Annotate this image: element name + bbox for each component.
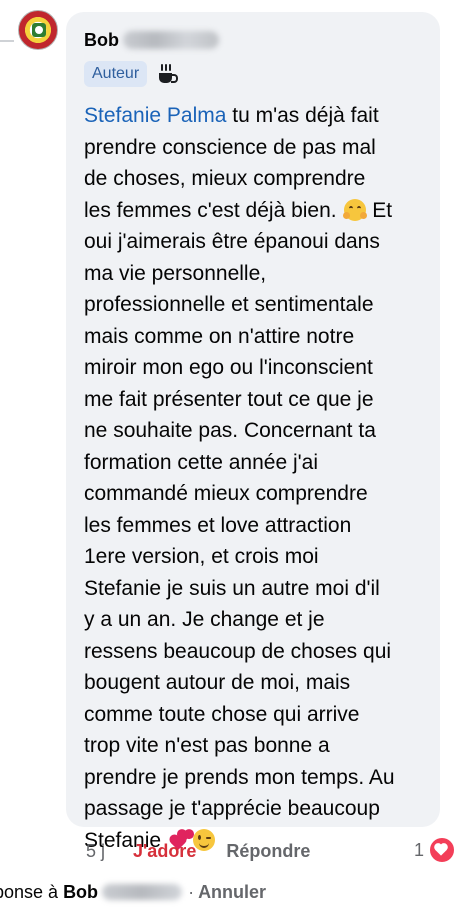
cancel-reply-button[interactable]: Annuler: [198, 882, 266, 903]
comment-timestamp[interactable]: 5 j: [86, 841, 105, 862]
like-button[interactable]: J'adore: [133, 841, 196, 862]
reaction-count: 1: [414, 839, 425, 860]
reply-separator: ·: [188, 881, 195, 902]
author-row: Bob: [84, 26, 424, 54]
reply-bar: ponse à Bob · Annuler: [0, 880, 474, 904]
love-reaction-icon: [428, 836, 457, 864]
reply-target-surname-redacted: [102, 884, 183, 900]
author-badge: Auteur: [84, 61, 148, 87]
mention-link[interactable]: Stefanie Palma: [84, 104, 226, 127]
reaction-summary[interactable]: 1: [414, 836, 457, 864]
comment-actions: 5 j J'adore Répondre: [86, 838, 310, 864]
coffee-icon: [157, 63, 179, 85]
reply-target-name: Bob: [63, 881, 99, 902]
comment-text-part2: Et oui j'aimerais être épanoui dans ma v…: [84, 198, 395, 852]
author-avatar[interactable]: [18, 10, 58, 50]
author-name[interactable]: Bob: [84, 30, 119, 51]
comment-text: Stefanie Palma tu m'as déjà fait prendre…: [84, 100, 424, 856]
author-surname-redacted: [123, 31, 219, 49]
reply-button[interactable]: Répondre: [226, 841, 310, 862]
badge-row: Auteur: [84, 58, 424, 90]
hugging-face-emoji: [343, 198, 368, 221]
thread-connector-line: [0, 40, 14, 42]
avatar-logo-icon: [32, 23, 46, 37]
reply-prefix: ponse à: [0, 881, 59, 902]
comment-bubble: Bob Auteur Stefanie Palma tu m'as déjà f…: [66, 12, 440, 852]
